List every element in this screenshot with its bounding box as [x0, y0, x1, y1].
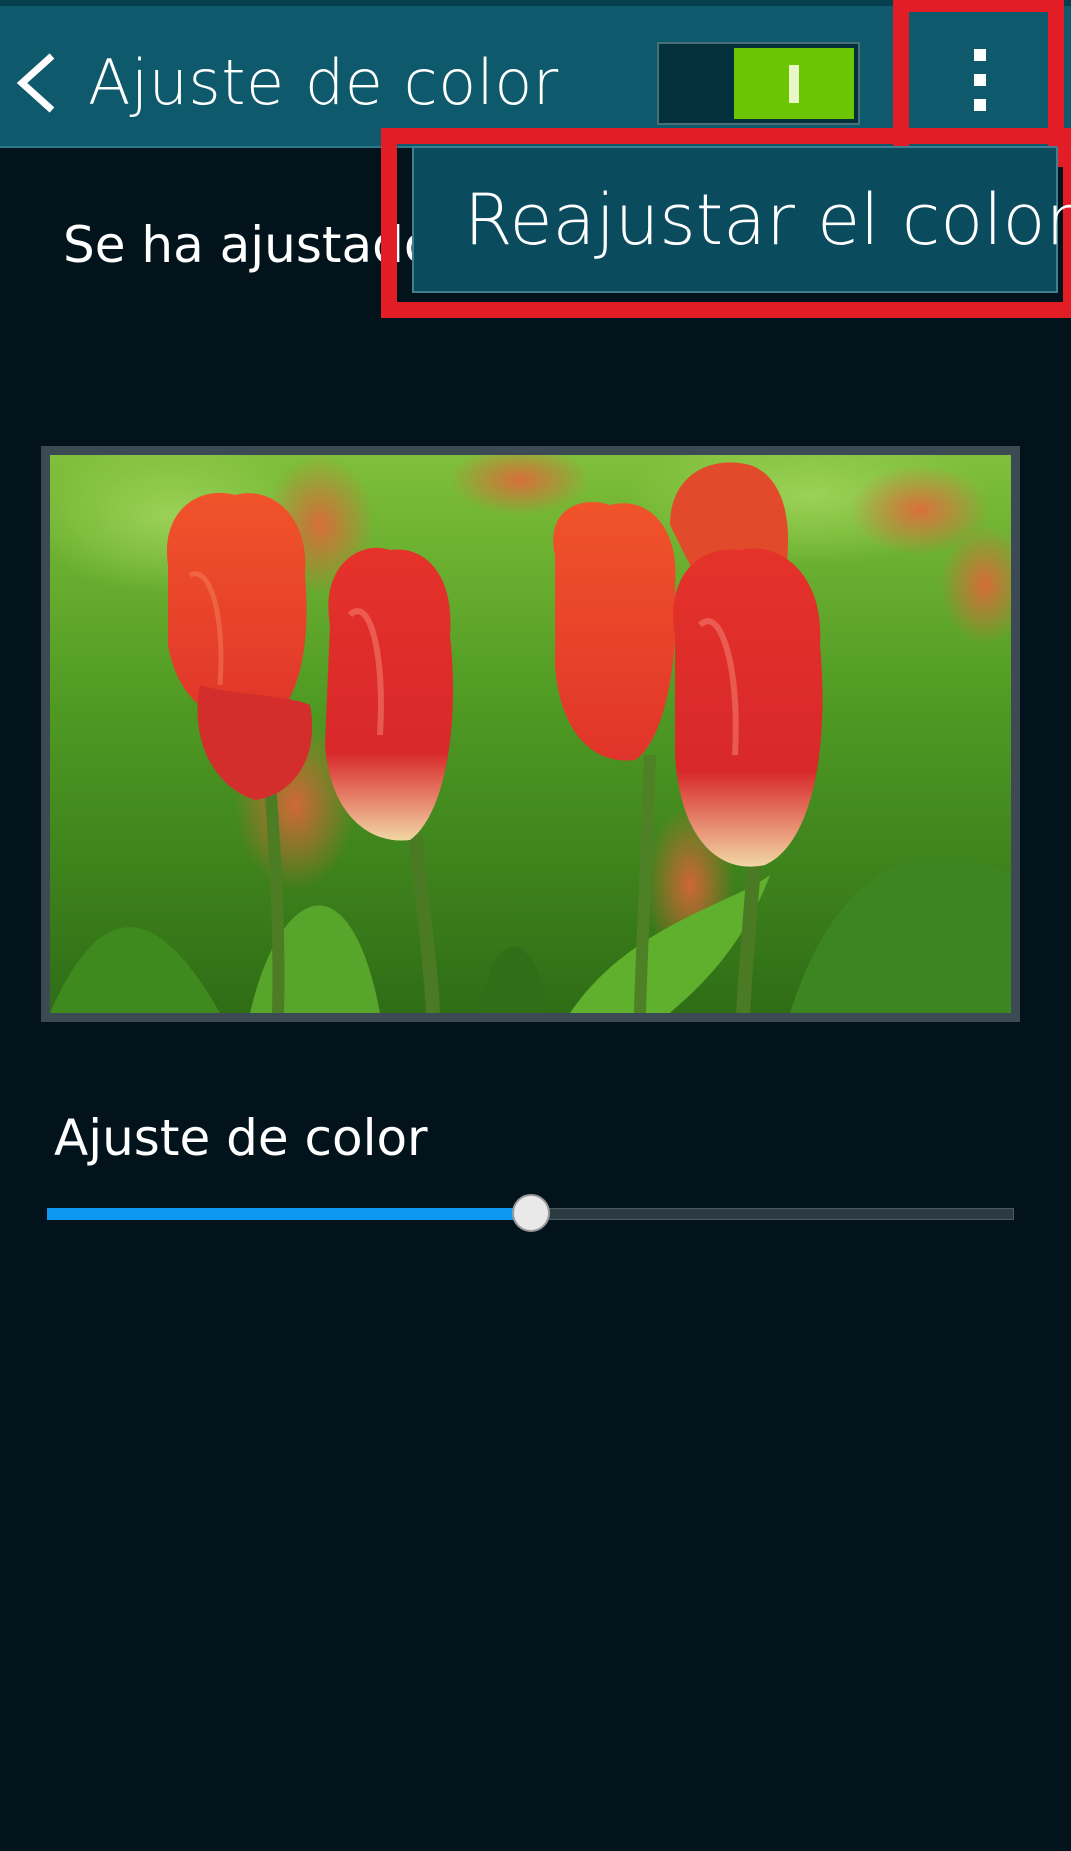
color-adjust-slider[interactable] [47, 1192, 1014, 1236]
switch-knob [734, 48, 854, 119]
status-text: Se ha ajustado [63, 216, 435, 274]
switch-on-mark [789, 65, 799, 103]
preview-image [41, 446, 1020, 1022]
page-title: Ajuste de color [88, 46, 559, 119]
popup-menu: Reajustar el color [412, 146, 1071, 293]
tulips-photo [50, 455, 1011, 1013]
back-button[interactable] [14, 48, 60, 118]
chevron-left-icon [14, 48, 60, 118]
menu-item-reset-color[interactable]: Reajustar el color [464, 178, 1071, 262]
slider-fill [47, 1208, 531, 1220]
master-switch[interactable] [657, 42, 860, 125]
slider-label: Ajuste de color [54, 1109, 428, 1167]
slider-thumb[interactable] [512, 1194, 550, 1232]
